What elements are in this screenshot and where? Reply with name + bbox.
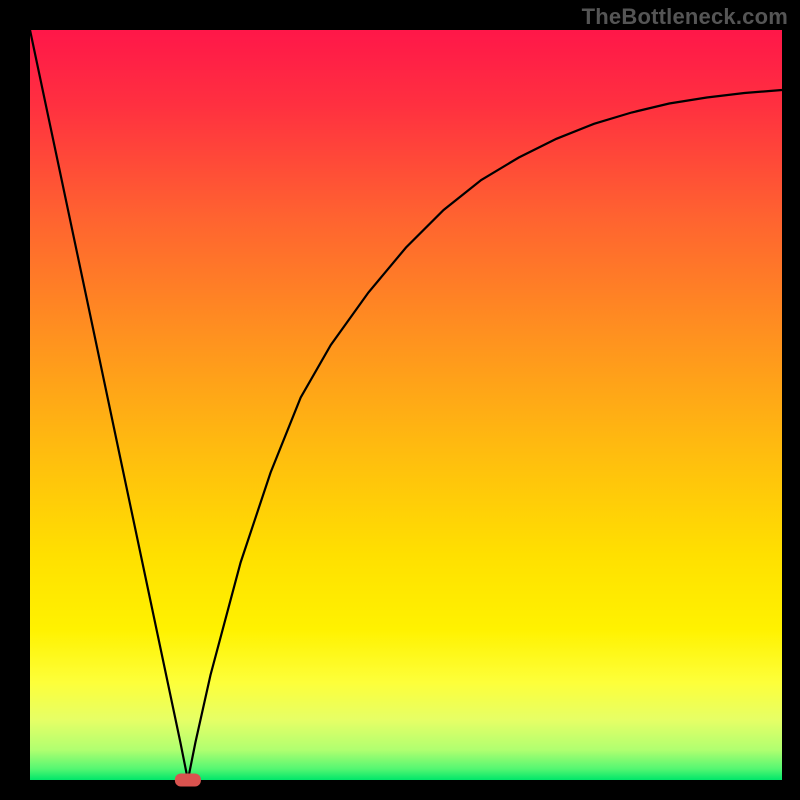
chart-frame: TheBottleneck.com: [0, 0, 800, 800]
gradient-panel: [30, 30, 782, 780]
watermark-text: TheBottleneck.com: [582, 4, 788, 30]
optimal-marker: [175, 774, 201, 787]
bottleneck-chart: [0, 0, 800, 800]
